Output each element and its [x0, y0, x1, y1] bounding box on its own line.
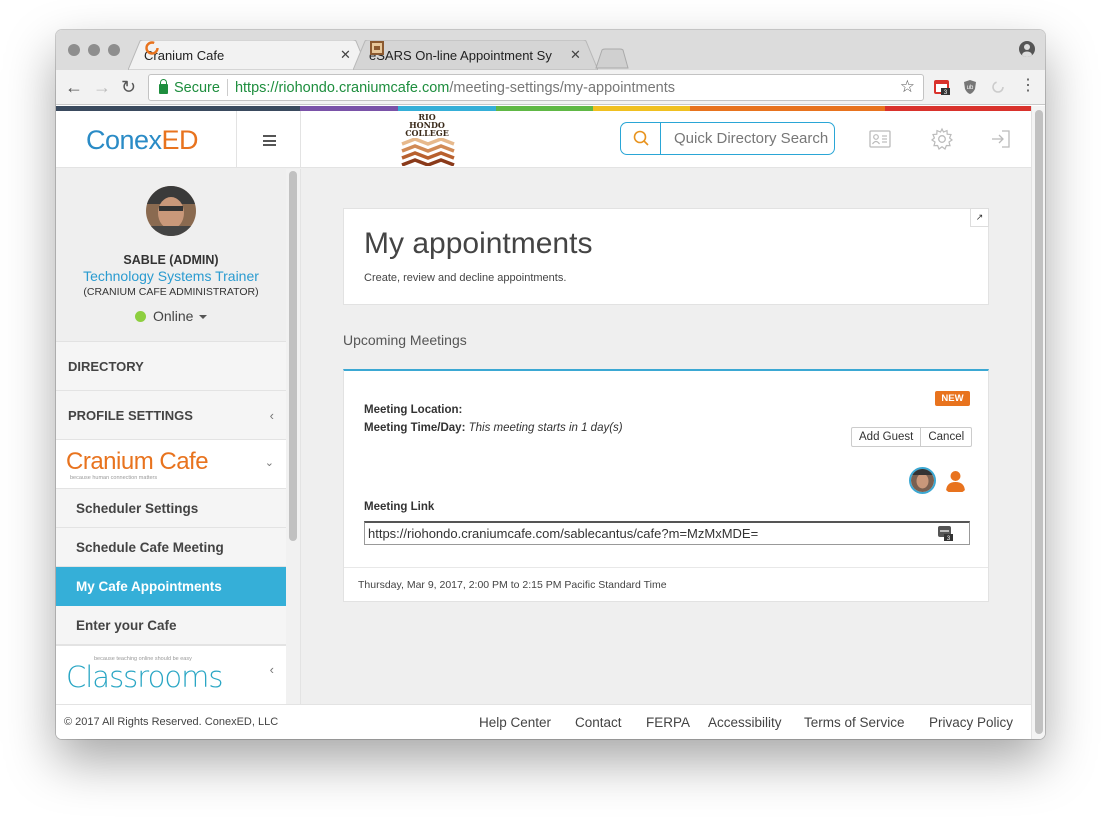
zoom-window-button[interactable]	[108, 44, 120, 56]
classrooms-logo: Classrooms	[66, 660, 223, 694]
page-scrollbar[interactable]	[1031, 106, 1045, 739]
footer-link-terms-of-service[interactable]: Terms of Service	[804, 715, 905, 730]
footer-link-ferpa[interactable]: FERPA	[646, 715, 690, 730]
browser-window: Cranium Cafe ✕ eSARS On-line Appointment…	[56, 30, 1045, 739]
sidebar-item-enter-your-cafe[interactable]: Enter your Cafe	[56, 606, 286, 645]
reload-icon[interactable]: ↻	[121, 78, 136, 96]
nav-directory[interactable]: DIRECTORY	[56, 342, 286, 391]
bookmark-star-icon[interactable]: ☆	[900, 77, 915, 97]
page-subtitle: Create, review and decline appointments.	[364, 272, 567, 284]
url-host: https://riohondo.craniumcafe.com	[234, 79, 450, 96]
meeting-actions: Add Guest Cancel	[851, 427, 973, 447]
tab-esars[interactable]: eSARS On-line Appointment Sy ✕	[353, 40, 598, 70]
link-extension-icon[interactable]: 3	[938, 525, 954, 541]
tab-strip: Cranium Cafe ✕ eSARS On-line Appointment…	[56, 30, 1045, 70]
cranium-cafe-tagline: because human connection matters	[70, 475, 158, 481]
web-page: ConexED RIO HONDO COLLEGE Quick Director…	[56, 106, 1031, 739]
svg-text:ub: ub	[967, 85, 974, 91]
college-chevron-icon	[401, 138, 455, 166]
meeting-link-field[interactable]: https://riohondo.craniumcafe.com/sableca…	[364, 521, 970, 545]
search-icon	[633, 130, 649, 146]
loading-extension-icon[interactable]	[990, 79, 1006, 95]
expand-icon[interactable]: ↗	[970, 208, 989, 227]
sidebar-item-scheduler-settings[interactable]: Scheduler Settings	[56, 489, 286, 528]
nav-cranium-cafe[interactable]: Cranium Cafe because human connection ma…	[56, 440, 286, 489]
address-bar[interactable]: Secure https://riohondo.craniumcafe.com …	[148, 74, 924, 101]
conexed-logo[interactable]: ConexED	[86, 125, 199, 156]
menu-toggle-button[interactable]	[237, 111, 301, 168]
attendee-avatar[interactable]	[909, 467, 936, 494]
esars-favicon-icon	[370, 41, 384, 55]
site-footer: © 2017 All Rights Reserved. ConexED, LLC…	[56, 704, 1031, 739]
new-tab-button[interactable]	[592, 40, 630, 70]
sign-out-icon[interactable]	[989, 127, 1013, 151]
close-window-button[interactable]	[68, 44, 80, 56]
status-dropdown[interactable]: Online	[135, 308, 208, 324]
browser-profile-icon[interactable]	[1019, 41, 1035, 57]
cranium-cafe-favicon-icon	[145, 41, 159, 55]
caret-down-icon	[199, 315, 208, 319]
footer-link-help-center[interactable]: Help Center	[479, 715, 551, 730]
chevron-left-icon: ‹	[269, 408, 274, 423]
meeting-card: NEW Meeting Location: Meeting Time/Day: …	[343, 369, 989, 602]
back-arrow-icon[interactable]: ←	[65, 78, 83, 96]
sidebar-item-my-cafe-appointments[interactable]: My Cafe Appointments	[56, 567, 286, 606]
hamburger-icon	[263, 135, 276, 146]
meeting-location-label: Meeting Location:	[364, 404, 463, 416]
copyright: © 2017 All Rights Reserved. ConexED, LLC	[64, 716, 279, 728]
sidebar-scrollbar[interactable]	[286, 169, 301, 704]
meeting-link-label: Meeting Link	[364, 501, 435, 513]
avatar[interactable]	[146, 186, 196, 236]
page-title: My appointments	[364, 227, 593, 260]
directory-search-input[interactable]: Quick Directory Search	[660, 122, 835, 155]
profile-title: Technology Systems Trainer	[83, 268, 259, 284]
browser-toolbar: ← → ↻ Secure https://riohondo.craniumcaf…	[56, 70, 1045, 105]
url-path: /meeting-settings/my-appointments	[449, 79, 675, 96]
forward-arrow-icon[interactable]: →	[93, 78, 111, 96]
contact-card-icon[interactable]	[868, 127, 892, 151]
minimize-window-button[interactable]	[88, 44, 100, 56]
secure-label: Secure	[174, 79, 220, 96]
add-guest-button[interactable]: Add Guest	[852, 428, 920, 446]
upcoming-meetings-heading: Upcoming Meetings	[343, 332, 467, 348]
shield-extension-icon[interactable]: ub	[962, 79, 978, 95]
tab-close-icon[interactable]: ✕	[570, 47, 582, 63]
chevron-left-icon: ‹	[269, 662, 274, 677]
site-header: ConexED RIO HONDO COLLEGE Quick Director…	[56, 111, 1031, 168]
online-status-icon	[135, 310, 146, 322]
profile-role: (CRANIUM CAFE ADMINISTRATOR)	[83, 286, 259, 298]
new-badge: NEW	[935, 391, 970, 406]
meeting-time: Meeting Time/Day: This meeting starts in…	[364, 422, 623, 434]
tab-cranium-cafe[interactable]: Cranium Cafe ✕	[128, 40, 368, 70]
footer-link-privacy-policy[interactable]: Privacy Policy	[929, 715, 1013, 730]
tab-close-icon[interactable]: ✕	[340, 47, 352, 63]
cranium-cafe-logo: Cranium Cafe	[66, 448, 209, 475]
directory-search-button[interactable]	[620, 122, 661, 155]
rio-hondo-college-logo: RIO HONDO COLLEGE	[399, 113, 455, 167]
tab-title: eSARS On-line Appointment Sy	[369, 47, 552, 63]
tab-title: Cranium Cafe	[144, 47, 225, 63]
meeting-time-label: Meeting Time/Day:	[364, 422, 466, 434]
chevron-down-icon: ⌄	[264, 457, 274, 469]
page-header-panel: My appointments Create, review and decli…	[343, 208, 989, 305]
status-label: Online	[153, 308, 194, 324]
sidebar-item-schedule-cafe-meeting[interactable]: Schedule Cafe Meeting	[56, 528, 286, 567]
calendar-extension-icon[interactable]: 3	[934, 79, 950, 95]
gear-icon[interactable]	[930, 127, 954, 151]
meeting-time-value: This meeting starts in 1 day(s)	[468, 422, 623, 434]
meeting-datetime: Thursday, Mar 9, 2017, 2:00 PM to 2:15 P…	[344, 567, 988, 602]
footer-link-accessibility[interactable]: Accessibility	[708, 715, 782, 730]
profile-name: SABLE (ADMIN)	[123, 253, 219, 267]
nav-classrooms[interactable]: because teaching online should be easy C…	[56, 645, 286, 704]
cancel-button[interactable]: Cancel	[920, 428, 971, 446]
profile-card: SABLE (ADMIN) Technology Systems Trainer…	[56, 169, 286, 342]
lock-icon	[159, 78, 168, 94]
footer-link-contact[interactable]: Contact	[575, 715, 622, 730]
sidebar: SABLE (ADMIN) Technology Systems Trainer…	[56, 169, 286, 704]
nav-profile-settings[interactable]: PROFILE SETTINGS ‹	[56, 391, 286, 440]
guest-user-icon[interactable]	[942, 467, 969, 494]
browser-menu-icon[interactable]: ⋮	[1020, 77, 1036, 95]
